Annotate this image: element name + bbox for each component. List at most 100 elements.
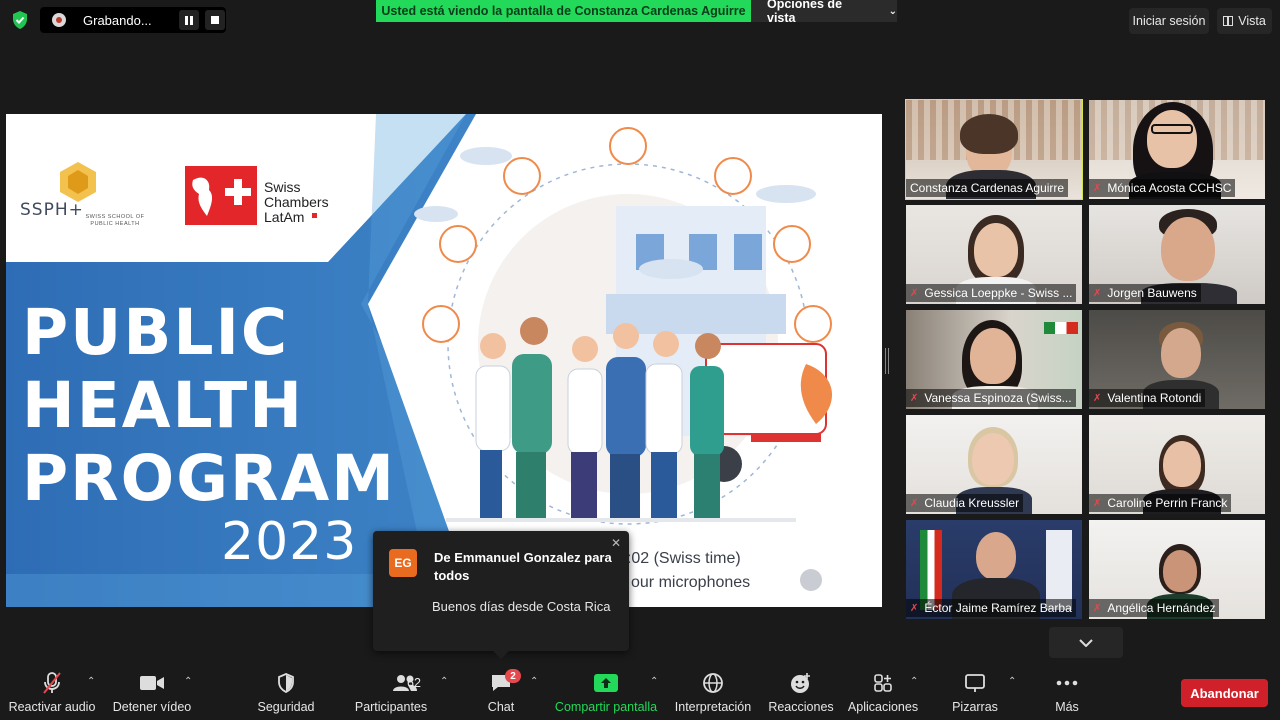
- more-label: Más: [1055, 700, 1079, 714]
- resize-handle[interactable]: [885, 348, 889, 374]
- stop-video-label: Detener vídeo: [112, 700, 192, 714]
- slide-time-note: 7:02 (Swiss time): [618, 550, 741, 567]
- muted-microphone-icon: ✗: [910, 287, 919, 299]
- view-options-dropdown[interactable]: Opciones de vista ⌄: [751, 0, 897, 25]
- participant-tile[interactable]: ✗ Claudia Kreussler: [906, 415, 1082, 514]
- participant-name-label: ✗ Éctor Jaime Ramírez Barba: [906, 599, 1076, 617]
- record-icon: [52, 13, 66, 27]
- leave-meeting-button[interactable]: Abandonar: [1181, 679, 1268, 707]
- participant-name-label: ✗ Mónica Acosta CCHSC: [1089, 179, 1236, 197]
- participant-name-label: ✗ Vanessa Espinoza (Swiss...: [906, 389, 1076, 407]
- slide-title-line3: PROGRAM: [22, 442, 396, 515]
- slide-title-line2: HEALTH: [22, 369, 304, 442]
- interpretation-label: Interpretación: [674, 700, 752, 714]
- chat-sender: De Emmanuel Gonzalez para todos: [434, 550, 612, 583]
- participant-tile[interactable]: ✗ Jorgen Bauwens: [1089, 205, 1265, 304]
- recording-status: Grabando...: [83, 12, 152, 28]
- slide-title-line1: PUBLIC: [22, 296, 290, 369]
- chat-options-caret-icon[interactable]: ⌃: [530, 676, 538, 687]
- muted-microphone-icon: [41, 670, 63, 696]
- participant-name-label: ✗ Jorgen Bauwens: [1089, 284, 1201, 302]
- muted-microphone-icon: ✗: [910, 497, 919, 509]
- share-screen-icon: [594, 670, 618, 696]
- muted-microphone-icon: ✗: [1093, 287, 1102, 299]
- view-button[interactable]: Vista: [1217, 8, 1272, 34]
- security-shield-icon[interactable]: [8, 8, 32, 32]
- swiss-chambers-logo-text: Swiss Chambers LatAm: [264, 180, 354, 225]
- slide-microphone-note: our microphones: [631, 574, 751, 591]
- participant-name-label: ✗ Valentina Rotondi: [1089, 389, 1206, 407]
- slide-title: PUBLIC HEALTH PROGRAM: [22, 296, 396, 515]
- apps-label: Aplicaciones: [847, 700, 919, 714]
- security-button[interactable]: Seguridad: [250, 670, 322, 716]
- ssph-logo-subtitle: SWISS SCHOOL OF PUBLIC HEALTH: [85, 214, 145, 227]
- reactions-label: Reacciones: [768, 700, 834, 714]
- participant-name-label: ✗ Gessica Loeppke - Swiss ...: [906, 284, 1077, 302]
- participant-tile[interactable]: Constanza Cardenas Aguirre: [905, 99, 1083, 200]
- share-screen-label: Compartir pantalla: [554, 700, 658, 714]
- pause-recording-button[interactable]: [179, 10, 199, 30]
- interpretation-button[interactable]: Interpretación: [670, 670, 756, 716]
- swiss-chambers-line3: LatAm: [264, 209, 305, 225]
- more-dots-icon: [1056, 670, 1078, 696]
- more-button[interactable]: Más: [1048, 670, 1086, 716]
- gallery-next-page-button[interactable]: [1049, 627, 1123, 658]
- participants-label: Participantes: [354, 700, 428, 714]
- chevron-down-icon: ⌄: [888, 5, 897, 17]
- whiteboard-icon: [964, 670, 986, 696]
- participant-tile[interactable]: ✗ Gessica Loeppke - Swiss ...: [906, 205, 1082, 304]
- share-screen-button[interactable]: Compartir pantalla: [552, 670, 660, 716]
- participant-tile[interactable]: ✗ Valentina Rotondi: [1089, 310, 1265, 409]
- participant-tile[interactable]: ✗ Caroline Perrin Franck: [1089, 415, 1265, 514]
- apps-icon: [873, 670, 893, 696]
- participant-tile[interactable]: ✗ Mónica Acosta CCHSC: [1089, 100, 1265, 199]
- stop-recording-button[interactable]: [205, 10, 225, 30]
- unmute-audio-button[interactable]: Reactivar audio: [8, 670, 96, 716]
- whiteboards-options-caret-icon[interactable]: ⌃: [1008, 676, 1016, 687]
- view-label: Vista: [1238, 14, 1266, 28]
- chat-unread-badge: 2: [505, 669, 521, 683]
- participants-options-caret-icon[interactable]: ⌃: [440, 676, 448, 687]
- muted-microphone-icon: ✗: [1093, 392, 1102, 404]
- ssph-logo-text: SSPH+: [20, 200, 84, 220]
- share-options-caret-icon[interactable]: ⌃: [650, 676, 658, 687]
- participant-name-label: Constanza Cardenas Aguirre: [906, 179, 1069, 197]
- swiss-chambers-line1: Swiss: [264, 179, 301, 195]
- screen-share-banner: Usted está viendo la pantalla de Constan…: [376, 0, 751, 22]
- sign-in-button[interactable]: Iniciar sesión: [1129, 8, 1209, 34]
- muted-microphone-icon: ✗: [1093, 602, 1102, 614]
- shield-icon: [277, 670, 295, 696]
- apps-button[interactable]: Aplicaciones: [846, 670, 920, 716]
- muted-microphone-icon: ✗: [1093, 182, 1102, 194]
- participant-tile[interactable]: ✗ Vanessa Espinoza (Swiss...: [906, 310, 1082, 409]
- muted-microphone-icon: ✗: [1093, 497, 1102, 509]
- reactions-button[interactable]: Reacciones: [766, 670, 836, 716]
- grid-view-icon: [1223, 16, 1234, 26]
- unmute-audio-label: Reactivar audio: [8, 700, 96, 714]
- microphone-icon: [800, 569, 822, 591]
- whiteboards-button[interactable]: Pizarras: [948, 670, 1002, 716]
- avatar: EG: [389, 549, 417, 577]
- participant-tile[interactable]: ✗ Éctor Jaime Ramírez Barba: [906, 520, 1082, 619]
- whiteboards-label: Pizarras: [952, 700, 998, 714]
- participant-name-label: ✗ Caroline Perrin Franck: [1089, 494, 1232, 512]
- video-options-caret-icon[interactable]: ⌃: [184, 676, 192, 687]
- participant-name-label: ✗ Angélica Hernández: [1089, 599, 1220, 617]
- chat-notification[interactable]: EG De Emmanuel Gonzalez para todos Bueno…: [373, 531, 629, 659]
- recording-indicator: Grabando...: [40, 7, 226, 33]
- globe-icon: [702, 670, 724, 696]
- security-label: Seguridad: [257, 700, 315, 714]
- close-icon[interactable]: ✕: [611, 536, 621, 550]
- chat-label: Chat: [487, 700, 515, 714]
- participant-tile[interactable]: ✗ Angélica Hernández: [1089, 520, 1265, 619]
- video-camera-icon: [139, 670, 165, 696]
- participants-count: 62: [407, 676, 421, 690]
- apps-options-caret-icon[interactable]: ⌃: [910, 676, 918, 687]
- slide-year: 2023: [221, 512, 358, 572]
- audio-options-caret-icon[interactable]: ⌃: [87, 676, 95, 687]
- chat-message: Buenos días desde Costa Rica: [432, 599, 611, 614]
- emoji-smile-icon: [790, 670, 812, 696]
- stop-video-button[interactable]: Detener vídeo: [108, 670, 196, 716]
- muted-microphone-icon: ✗: [910, 392, 919, 404]
- participant-name-label: ✗ Claudia Kreussler: [906, 494, 1024, 512]
